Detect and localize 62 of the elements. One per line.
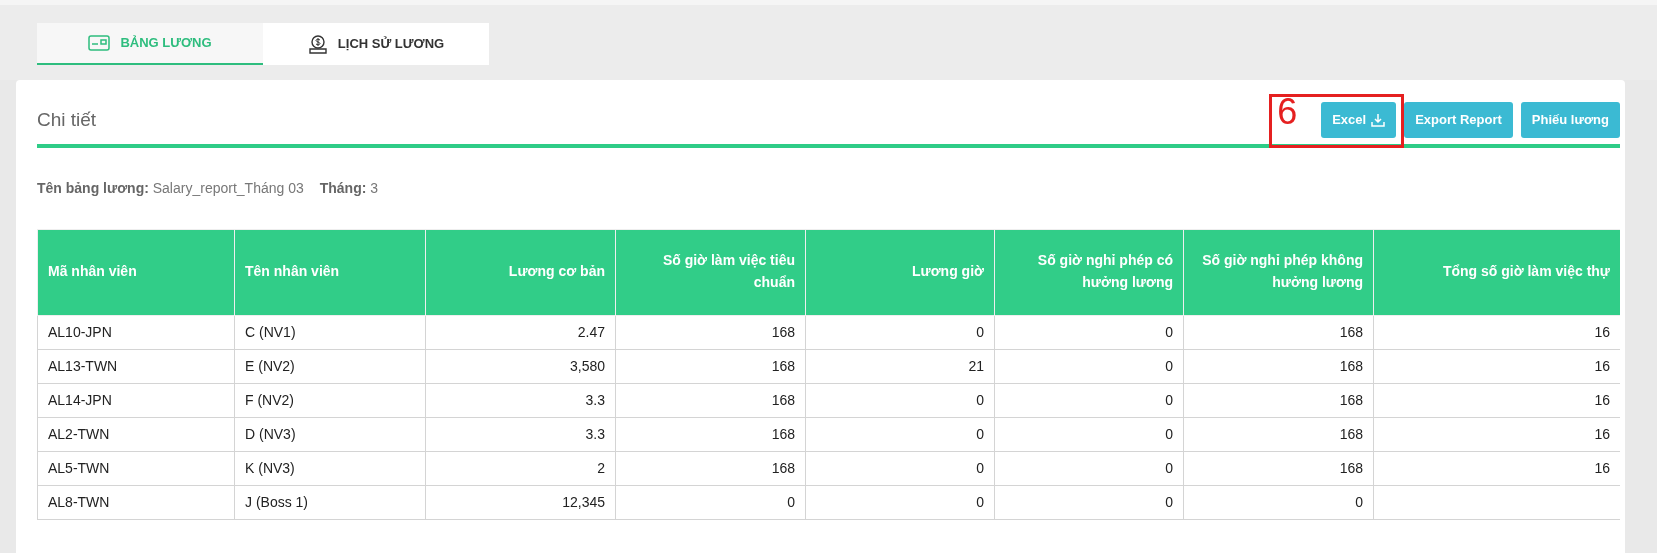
column-header: Tổng số giờ làm việc thự	[1373, 229, 1620, 315]
table-cell: AL14-JPN	[37, 383, 235, 417]
table-cell: 168	[615, 383, 806, 417]
table-cell: C (NV1)	[234, 315, 426, 349]
table-cell: E (NV2)	[234, 349, 426, 383]
table-cell: 168	[1183, 417, 1374, 451]
table-cell: D (NV3)	[234, 417, 426, 451]
table-cell: 12,345	[425, 485, 616, 519]
table-cell: 168	[615, 451, 806, 485]
table-cell: AL5-TWN	[37, 451, 235, 485]
table-cell: 0	[805, 417, 995, 451]
column-header: Lương giờ	[805, 229, 995, 315]
column-header: Số giờ làm việc tiêu chuẩn	[615, 229, 806, 315]
table-cell: 168	[615, 349, 806, 383]
info-text: Tháng: 3	[319, 178, 379, 198]
column-header: Lương cơ bản	[425, 229, 616, 315]
table-cell: 0	[1183, 485, 1374, 519]
table-cell: AL13-TWN	[37, 349, 235, 383]
table-cell: 0	[805, 485, 995, 519]
table-cell: 0	[994, 451, 1184, 485]
table-cell: 168	[615, 417, 806, 451]
column-header: Số giờ nghỉ phép không hưởng lương	[1183, 229, 1374, 315]
table-cell: J (Boss 1)	[234, 485, 426, 519]
toolbar-button[interactable]: Excel	[1321, 102, 1397, 138]
callout-number: 6	[1277, 94, 1298, 130]
card-icon	[88, 35, 111, 51]
tab[interactable]: LỊCH SỬ LƯƠNG	[263, 23, 489, 65]
table-cell: 0	[994, 417, 1184, 451]
table-cell: 0	[994, 315, 1184, 349]
table-cell: 21	[805, 349, 995, 383]
table-cell: 3.3	[425, 417, 616, 451]
table-cell: 2.47	[425, 315, 616, 349]
tab[interactable]: BẢNG LƯƠNG	[37, 23, 263, 65]
table-cell: AL10-JPN	[37, 315, 235, 349]
section-title: Chi tiết	[37, 107, 97, 132]
table-cell: 3.3	[425, 383, 616, 417]
table-cell: F (NV2)	[234, 383, 426, 417]
info-text: Tên bảng lương: Salary_report_Tháng 03	[37, 178, 304, 198]
toolbar-button[interactable]: Export Report	[1404, 102, 1513, 138]
column-header: Mã nhân viên	[37, 229, 235, 315]
table-cell: 168	[1183, 315, 1374, 349]
table-cell: 0	[805, 315, 995, 349]
table-cell: 168	[1183, 451, 1374, 485]
table-cell: 0	[805, 383, 995, 417]
table-cell: 0	[994, 383, 1184, 417]
toolbar-button[interactable]: Phiếu lương	[1520, 102, 1620, 138]
table-cell: 168	[1183, 383, 1374, 417]
table-cell: K (NV3)	[234, 451, 426, 485]
column-header: Tên nhân viên	[234, 229, 426, 315]
table-cell: 0	[994, 485, 1184, 519]
table-cell: AL2-TWN	[37, 417, 235, 451]
table-cell: 0	[615, 485, 806, 519]
table-cell: 3,580	[425, 349, 616, 383]
table-cell: 0	[994, 349, 1184, 383]
table-cell: 168	[615, 315, 806, 349]
table-cell: 2	[425, 451, 616, 485]
coin-hand-icon	[307, 34, 328, 54]
column-header: Số giờ nghỉ phép có hưởng lương	[994, 229, 1184, 315]
table-cell: 168	[1183, 349, 1374, 383]
table-cell: AL8-TWN	[37, 485, 235, 519]
table-cell: 0	[805, 451, 995, 485]
download-icon	[1371, 112, 1386, 127]
